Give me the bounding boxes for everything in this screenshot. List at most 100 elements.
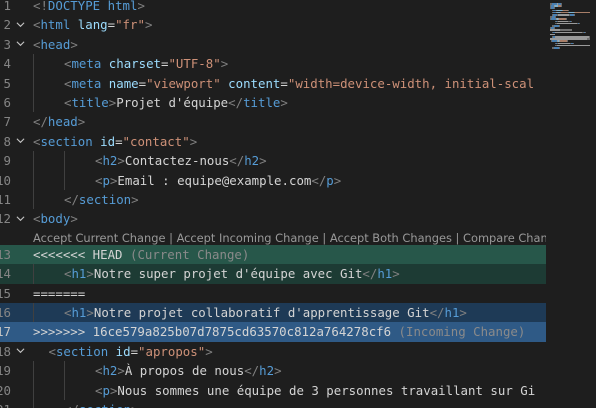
fold-chevron-icon[interactable] xyxy=(15,132,26,151)
code-token: h1 xyxy=(377,266,393,282)
code-token: > xyxy=(220,56,229,72)
indent-guide xyxy=(64,380,65,400)
code-text: <meta name="viewport" content="width=dev… xyxy=(64,74,534,93)
code-token: html xyxy=(107,0,138,13)
line-number: 7 xyxy=(3,114,11,130)
code-token: > xyxy=(131,402,138,408)
code-line[interactable]: 5 <meta name="viewport" content="width=de… xyxy=(0,73,546,93)
code-token: </ xyxy=(228,95,244,110)
code-line[interactable]: 9 <h2>Contactez-nous</h2> xyxy=(0,151,546,171)
code-line[interactable]: 20 <p>Nous sommes une équipe de 3 personn… xyxy=(0,380,546,400)
code-line[interactable]: 11 </section> xyxy=(0,190,546,210)
indent-guide xyxy=(33,361,34,381)
code-token: > xyxy=(144,17,153,33)
code-token: </ xyxy=(362,266,378,282)
code-line[interactable]: 3 <head> xyxy=(0,35,546,54)
code-line[interactable]: 6 <title>Projet d'équipe</title> xyxy=(0,93,546,113)
minimap-line xyxy=(585,31,587,34)
code-line[interactable]: 2 <html lang="fr"> xyxy=(0,15,546,34)
line-number: 14 xyxy=(0,266,11,282)
code-token: lang xyxy=(77,17,108,33)
indent-guide xyxy=(33,303,34,323)
code-token: Nous sommes une équipe de 3 personnes tr… xyxy=(117,382,536,398)
code-text: <title>Projet d'équipe</title> xyxy=(64,93,288,112)
code-line[interactable]: 17 >>>>>>> 16ce579a825b07d7875cd63570c812… xyxy=(0,322,546,342)
code-line[interactable]: 1 <!DOCTYPE html> xyxy=(0,0,546,15)
minimap-line xyxy=(559,47,560,49)
line-number: 19 xyxy=(0,363,11,379)
code-token: h2 xyxy=(102,363,118,379)
code-token: Email : equipe@example.com xyxy=(117,172,312,188)
code-line[interactable]: 12 <body> xyxy=(0,209,546,228)
code-text: <p>Email : equipe@example.com</p> xyxy=(95,171,341,190)
indent-guide xyxy=(33,264,34,284)
code-token: id xyxy=(115,343,131,359)
code-text: <h1>Notre super projet d'équipe avec Git… xyxy=(64,264,400,283)
code-line[interactable]: 14 <h1>Notre super projet d'équipe avec G… xyxy=(0,264,546,284)
code-line[interactable]: 16 <h1>Notre projet collaboratif d'appren… xyxy=(0,303,546,323)
code-token: </ xyxy=(64,192,79,207)
code-token: > xyxy=(392,266,400,282)
code-token: id xyxy=(100,133,116,149)
code-token: </ xyxy=(64,402,79,408)
indent-guide xyxy=(33,400,34,408)
code-token: "apropos" xyxy=(138,343,206,359)
code-token: > xyxy=(131,192,139,207)
code-line[interactable]: 15 ======= xyxy=(0,284,546,303)
code-token: > xyxy=(117,363,125,379)
fold-chevron-icon[interactable] xyxy=(15,35,26,54)
accept-current-change-link[interactable]: Accept Current Change xyxy=(33,231,165,245)
code-token: = xyxy=(115,133,123,149)
code-token: > xyxy=(70,211,78,227)
code-line[interactable]: 8 <section id="contact"> xyxy=(0,132,546,151)
indent-guide xyxy=(33,93,34,113)
code-line[interactable]: 21 </section> xyxy=(0,400,546,408)
code-editor[interactable]: 1 <!DOCTYPE html> 2 <html lang="fr"> 3 <head>… xyxy=(0,0,596,408)
code-line[interactable]: 4 <meta charset="UTF-8"> xyxy=(0,54,546,74)
line-number: 6 xyxy=(3,95,11,110)
code-line[interactable]: 7 </head> xyxy=(0,112,546,131)
code-token: > xyxy=(333,172,342,188)
fold-chevron-icon[interactable] xyxy=(15,209,26,228)
accept-both-changes-link[interactable]: Accept Both Changes xyxy=(330,231,452,245)
codelens-separator: | xyxy=(165,230,177,245)
code-text: <h1>Notre projet collaboratif d'apprenti… xyxy=(64,303,467,322)
accept-incoming-change-link[interactable]: Accept Incoming Change xyxy=(177,231,319,245)
line-number: 20 xyxy=(0,382,11,398)
minimap[interactable] xyxy=(546,0,596,408)
code-token: "UTF-8" xyxy=(168,56,221,72)
code-token: p xyxy=(326,172,334,188)
code-text: <html lang="fr"> xyxy=(33,15,152,34)
indent-guide xyxy=(33,73,34,93)
code-token: > xyxy=(205,343,213,359)
code-token: head xyxy=(40,36,71,52)
code-token: > xyxy=(280,95,288,110)
minimap-line xyxy=(574,14,575,16)
code-token: "width=device-width, initial-scal xyxy=(287,75,535,91)
code-line[interactable]: 10<p>Email : equipe@example.com</p> xyxy=(0,170,546,190)
code-line[interactable]: 13 <<<<<<< HEAD (Current Change) xyxy=(0,244,546,265)
line-number: 2 xyxy=(3,17,11,33)
code-line[interactable]: 19 <h2>À propos de nous</h2> xyxy=(0,361,546,381)
fold-chevron-icon[interactable] xyxy=(15,15,26,34)
code-token: > xyxy=(459,305,467,320)
line-number: 13 xyxy=(0,246,11,262)
code-token: DOCTYPE xyxy=(47,0,101,13)
code-token: p xyxy=(102,172,110,188)
code-token: > xyxy=(274,363,282,379)
code-token: À propos de nous xyxy=(124,363,245,379)
code-text: <body> xyxy=(33,209,78,228)
code-text: <h2>Contactez-nous</h2> xyxy=(95,151,267,170)
code-line[interactable]: 18 <section id="apropos"> xyxy=(0,342,546,361)
indent-guide xyxy=(64,170,65,190)
fold-chevron-icon[interactable] xyxy=(15,342,26,361)
line-number: 11 xyxy=(0,192,11,207)
code-token: h2 xyxy=(102,153,118,169)
code-token: <! xyxy=(33,0,48,13)
code-token: = xyxy=(280,75,288,91)
code-token: "viewport" xyxy=(146,75,221,91)
code-token: > xyxy=(77,114,86,130)
